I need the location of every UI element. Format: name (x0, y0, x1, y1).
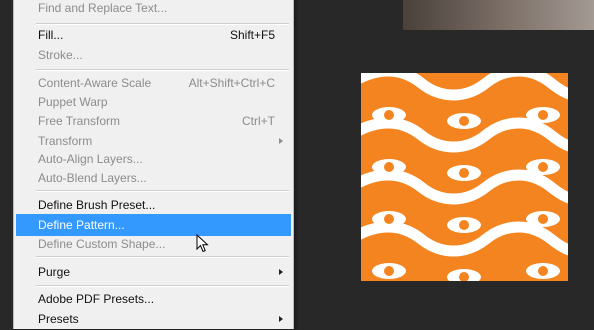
menu-item-label: Define Custom Shape... (38, 237, 166, 251)
menu-item-label: Presets (38, 312, 79, 326)
pattern-preview (361, 73, 568, 281)
menu-item-label: Purge (38, 265, 71, 279)
menu-item-define-custom-shape[interactable]: Define Custom Shape... (16, 233, 291, 255)
menu-separator (36, 69, 289, 71)
chevron-right-icon (279, 138, 283, 144)
menu-item-auto-blend-layers[interactable]: Auto-Blend Layers... (16, 167, 291, 189)
menu-item-fill[interactable]: Fill... Shift+F5 (16, 24, 291, 46)
chevron-right-icon (279, 269, 283, 275)
menu-item-free-transform[interactable]: Free Transform Ctrl+T (16, 110, 291, 132)
menu-separator (36, 256, 289, 258)
edit-menu: Find and Replace Text... Fill... Shift+F… (13, 0, 294, 329)
menu-item-adobe-pdf-presets[interactable]: Adobe PDF Presets... (16, 288, 291, 310)
menu-item-label: Stroke... (38, 48, 83, 62)
menu-item-label: Free Transform (38, 114, 121, 128)
menu-item-label: Fill... (38, 28, 64, 42)
menu-item-define-brush-preset[interactable]: Define Brush Preset... (16, 194, 291, 216)
menu-item-label: Find and Replace Text... (38, 1, 168, 15)
menu-item-stroke[interactable]: Stroke... (16, 44, 291, 66)
menu-item-shortcut: Shift+F5 (229, 28, 275, 42)
menu-item-label: Auto-Blend Layers... (38, 171, 147, 185)
menu-separator (36, 190, 289, 192)
menu-item-purge[interactable]: Purge (16, 261, 291, 283)
menu-separator (36, 285, 289, 287)
menu-item-presets[interactable]: Presets (16, 308, 291, 330)
menu-item-shortcut: Ctrl+T (242, 114, 275, 128)
background-image-strip (403, 0, 594, 30)
chevron-right-icon (279, 316, 283, 322)
menu-item-label: Define Brush Preset... (38, 198, 156, 212)
arrow-pointer-icon (196, 234, 209, 253)
menu-item-label: Adobe PDF Presets... (38, 292, 155, 306)
menu-item-find-and-replace-text[interactable]: Find and Replace Text... (16, 0, 291, 19)
